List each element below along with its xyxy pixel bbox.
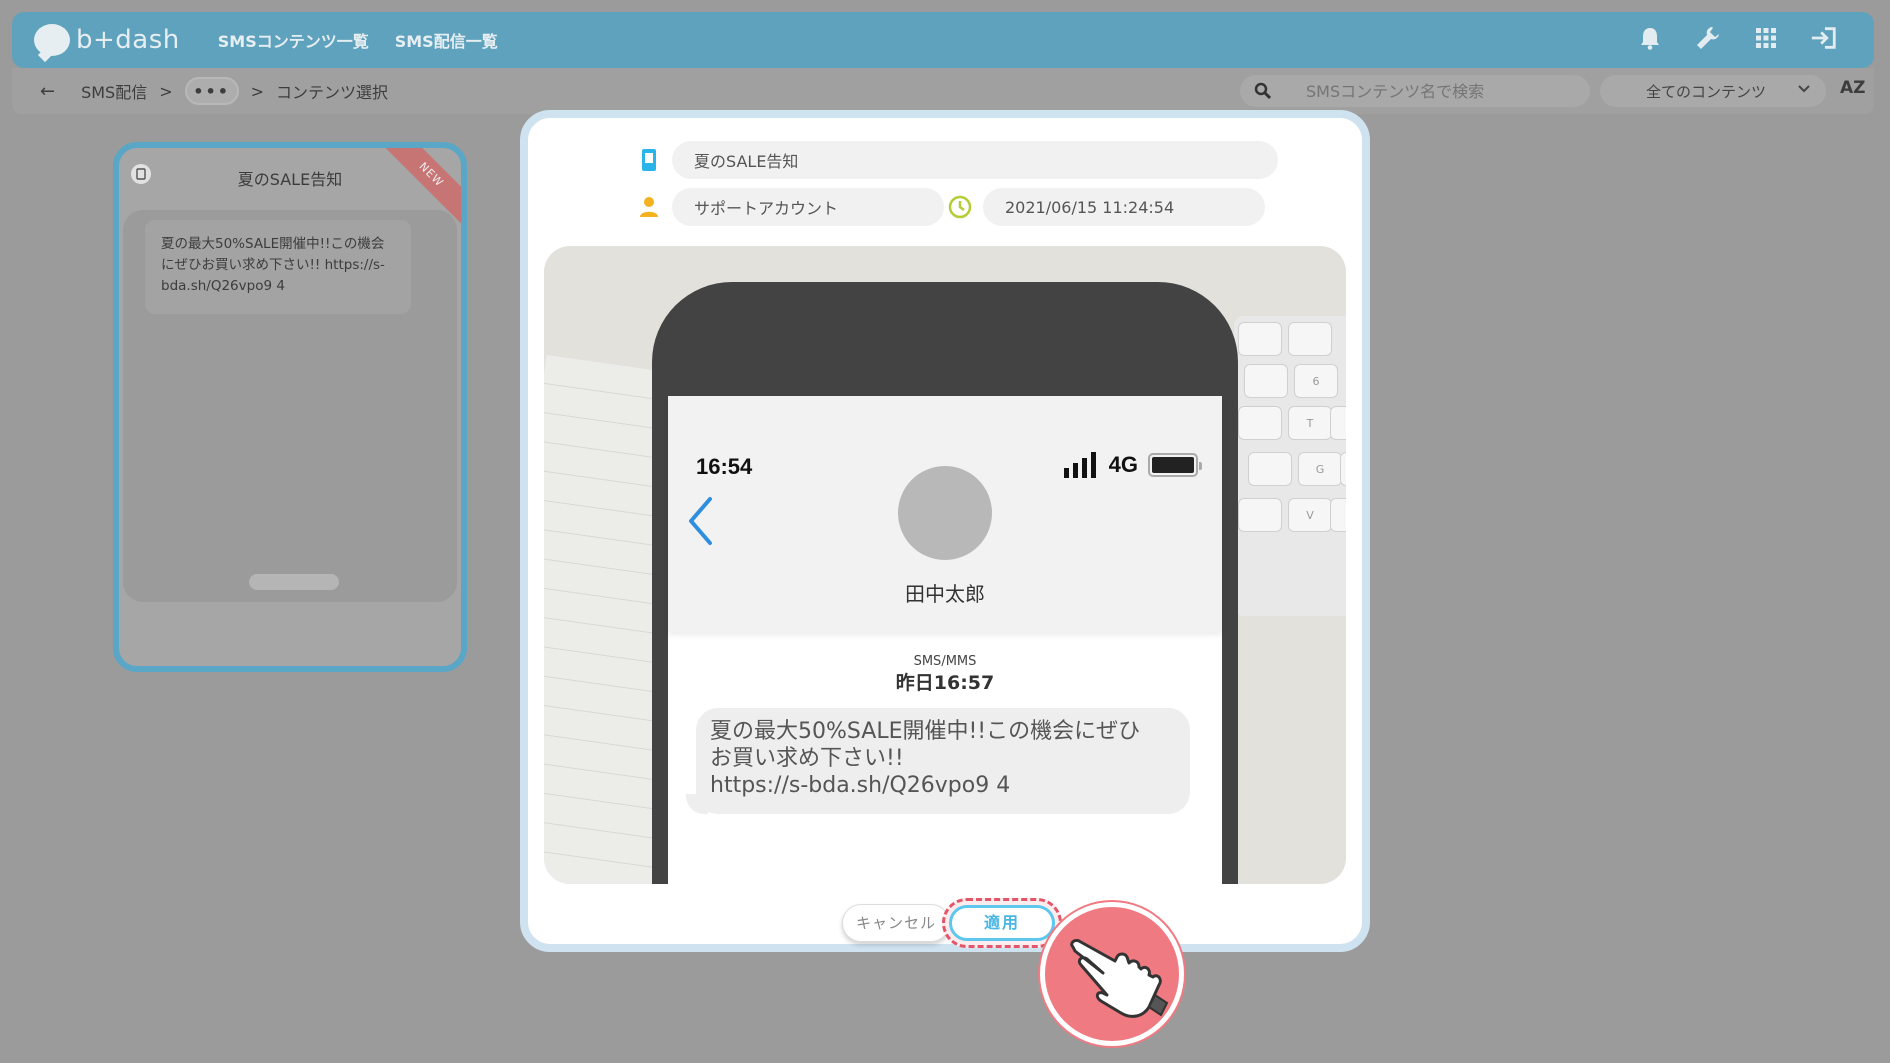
- content-filter-select[interactable]: 全てのコンテンツ: [1600, 75, 1826, 107]
- breadcrumb-sms-delivery[interactable]: SMS配信: [81, 79, 147, 103]
- search-input[interactable]: [1306, 81, 1566, 101]
- network-label: 4G: [1108, 452, 1138, 477]
- message-line: 夏の最大50%SALE開催中!!この機会にぜひ: [710, 719, 1141, 744]
- pointing-hand-indicator: [1040, 902, 1184, 1046]
- content-preview-modal: 夏のSALE告知 サポートアカウント 2021/06/15 11:24:54 6…: [520, 110, 1370, 952]
- cancel-button[interactable]: キャンセル: [842, 904, 950, 942]
- search-box: [1240, 75, 1590, 107]
- logo-text: b+dash: [76, 25, 180, 55]
- status-time: 16:54: [696, 454, 753, 479]
- contact-name: 田中太郎: [905, 582, 985, 606]
- logo-icon: [34, 24, 70, 56]
- search-icon: [1254, 82, 1272, 100]
- clock-icon: [947, 194, 973, 220]
- breadcrumb-separator: >: [159, 81, 173, 101]
- account-row: サポートアカウント: [636, 188, 944, 226]
- top-navigation-bar: b+dash SMSコンテンツ一覧 SMS配信一覧: [12, 12, 1874, 68]
- datetime-row: 2021/06/15 11:24:54: [947, 188, 1265, 226]
- back-arrow-icon[interactable]: ←: [40, 81, 55, 102]
- phone-screen: 16:54 4G 田中太郎 SMS/MMS 昨日16:57 夏の最大50%SAL…: [668, 396, 1222, 884]
- phone-mockup: 16:54 4G 田中太郎 SMS/MMS 昨日16:57 夏の最大50%SAL…: [652, 282, 1238, 884]
- header-icons: [1636, 24, 1838, 52]
- logo[interactable]: b+dash: [34, 24, 180, 56]
- nav-sms-delivery-list[interactable]: SMS配信一覧: [395, 28, 498, 52]
- sort-az-button[interactable]: AZ: [1840, 78, 1865, 98]
- card-home-indicator: [249, 574, 339, 590]
- battery-icon: [1148, 453, 1202, 477]
- pointing-hand-icon: [1070, 939, 1169, 1018]
- apply-button[interactable]: 適用: [949, 905, 1055, 941]
- datetime-field: 2021/06/15 11:24:54: [983, 188, 1265, 226]
- sms-content-icon: [636, 147, 662, 173]
- message-type-label: SMS/MMS: [913, 654, 977, 669]
- back-chevron-icon[interactable]: [686, 496, 716, 546]
- breadcrumb-more-button[interactable]: •••: [184, 77, 239, 105]
- signal-icon: [1063, 452, 1096, 478]
- nav-sms-content-list[interactable]: SMSコンテンツ一覧: [218, 28, 369, 52]
- wrench-icon[interactable]: [1694, 24, 1722, 52]
- status-indicators: 4G: [1063, 452, 1202, 478]
- breadcrumb-separator: >: [250, 81, 265, 101]
- message-header: 16:54 4G 田中太郎: [668, 396, 1222, 632]
- grid-icon[interactable]: [1752, 24, 1780, 52]
- contact-avatar: [898, 466, 992, 560]
- breadcrumb-current: コンテンツ選択: [276, 83, 389, 102]
- message-line: お買い求め下さい!!: [710, 746, 904, 771]
- logout-icon[interactable]: [1810, 24, 1838, 52]
- account-field: サポートアカウント: [672, 188, 944, 226]
- user-icon: [636, 194, 662, 220]
- bell-icon[interactable]: [1636, 24, 1664, 52]
- content-name-field: 夏のSALE告知: [672, 141, 1278, 179]
- chevron-down-icon: [1798, 85, 1810, 93]
- message-bubble: 夏の最大50%SALE開催中!!この機会にぜひ お買い求め下さい!! https…: [686, 708, 1190, 814]
- sms-content-card[interactable]: 夏のSALE告知 NEW 夏の最大50%SALE開催中!!この機会にぜひお買い求…: [113, 142, 467, 672]
- message-link: https://s-bda.sh/Q26vpo9 4: [710, 773, 1011, 798]
- card-phone-screen: 夏の最大50%SALE開催中!!この機会にぜひお買い求め下さい!! https:…: [123, 210, 457, 602]
- breadcrumb-bar: ← SMS配信 > ••• > コンテンツ選択 全てのコンテンツ AZ: [12, 68, 1874, 114]
- card-message-preview: 夏の最大50%SALE開催中!!この機会にぜひお買い求め下さい!! https:…: [145, 220, 411, 314]
- sms-preview-area: 6 T Z G H V B 16:54 4G: [544, 246, 1346, 884]
- keyboard-background: 6 T Z G H V B: [1234, 316, 1346, 616]
- modal-actions: キャンセル 適用: [528, 898, 1362, 948]
- apply-button-highlight: 適用: [942, 898, 1062, 948]
- filter-selected-value: 全てのコンテンツ: [1646, 82, 1767, 101]
- content-name-row: 夏のSALE告知: [636, 141, 1278, 179]
- message-timestamp: 昨日16:57: [895, 672, 995, 694]
